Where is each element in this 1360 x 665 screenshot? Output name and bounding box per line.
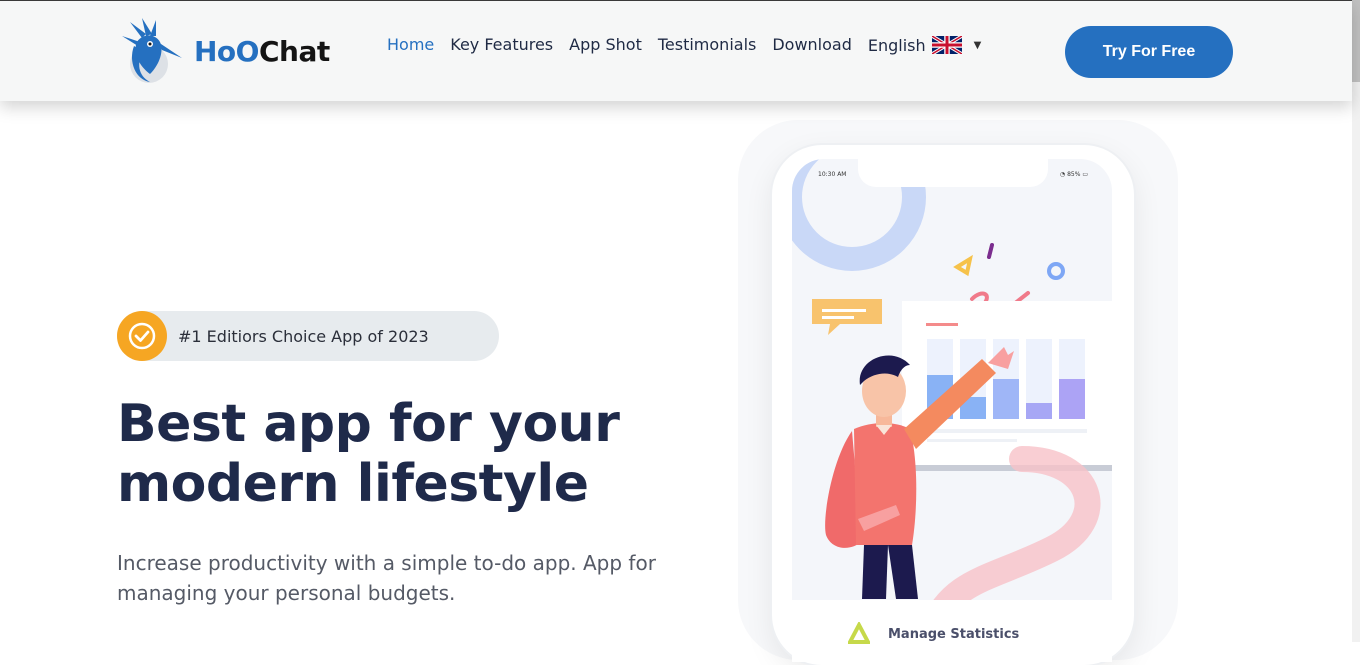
triangle-ruler-icon	[848, 622, 870, 644]
hero-title-line1: Best app for your	[117, 394, 620, 454]
badge-text: #1 Editiors Choice App of 2023	[178, 326, 429, 346]
nav-home[interactable]: Home	[387, 35, 434, 55]
language-label: English	[867, 35, 926, 55]
uk-flag-icon	[931, 36, 962, 54]
battery-icon: ▭	[1082, 171, 1088, 178]
chart-bar	[1026, 403, 1052, 419]
chart-bar	[993, 379, 1019, 419]
logo-text: HoOChat	[194, 35, 330, 68]
hero-title: Best app for your modern lifestyle	[117, 394, 677, 514]
statistics-illustration	[792, 159, 1112, 642]
hero-title-line2: modern lifestyle	[117, 454, 589, 514]
scrollbar-track[interactable]	[1352, 0, 1360, 642]
chart-bar	[1059, 379, 1085, 419]
battery-level: 85%	[1067, 171, 1081, 178]
scrollbar-thumb[interactable]	[1352, 0, 1360, 82]
phone-mockup: 10:30 AM ◔ 85% ▭	[772, 145, 1134, 665]
hero-subtitle: Increase productivity with a simple to-d…	[117, 551, 656, 605]
cockatoo-logo-icon	[122, 18, 182, 83]
nav-key-features[interactable]: Key Features	[450, 35, 553, 55]
try-for-free-button[interactable]: Try For Free	[1065, 26, 1233, 78]
logo[interactable]: HoOChat	[120, 18, 330, 84]
status-time: 10:30 AM	[818, 171, 847, 178]
site-header: HoOChat Home Key Features App Shot Testi…	[0, 0, 1352, 101]
main-nav: Home Key Features App Shot Testimonials …	[387, 35, 981, 55]
phone-caption-bar: Manage Statistics	[792, 600, 1112, 662]
nav-testimonials[interactable]: Testimonials	[658, 35, 757, 55]
nav-download[interactable]: Download	[772, 35, 852, 55]
logo-text-part1: HoO	[194, 34, 259, 68]
phone-notch	[858, 159, 1048, 187]
logo-text-part2: Chat	[258, 34, 330, 68]
chevron-down-icon: ▼	[973, 39, 982, 51]
nav-app-shot[interactable]: App Shot	[569, 35, 642, 55]
phone-caption: Manage Statistics	[888, 627, 1020, 642]
editors-choice-badge: #1 Editiors Choice App of 2023	[117, 311, 499, 361]
phone-screen: 10:30 AM ◔ 85% ▭	[792, 159, 1112, 649]
status-battery: ◔ 85% ▭	[1060, 171, 1088, 178]
language-selector[interactable]: English ▼	[868, 36, 981, 55]
check-circle-icon	[117, 311, 167, 361]
wifi-icon: ◔	[1059, 171, 1066, 178]
